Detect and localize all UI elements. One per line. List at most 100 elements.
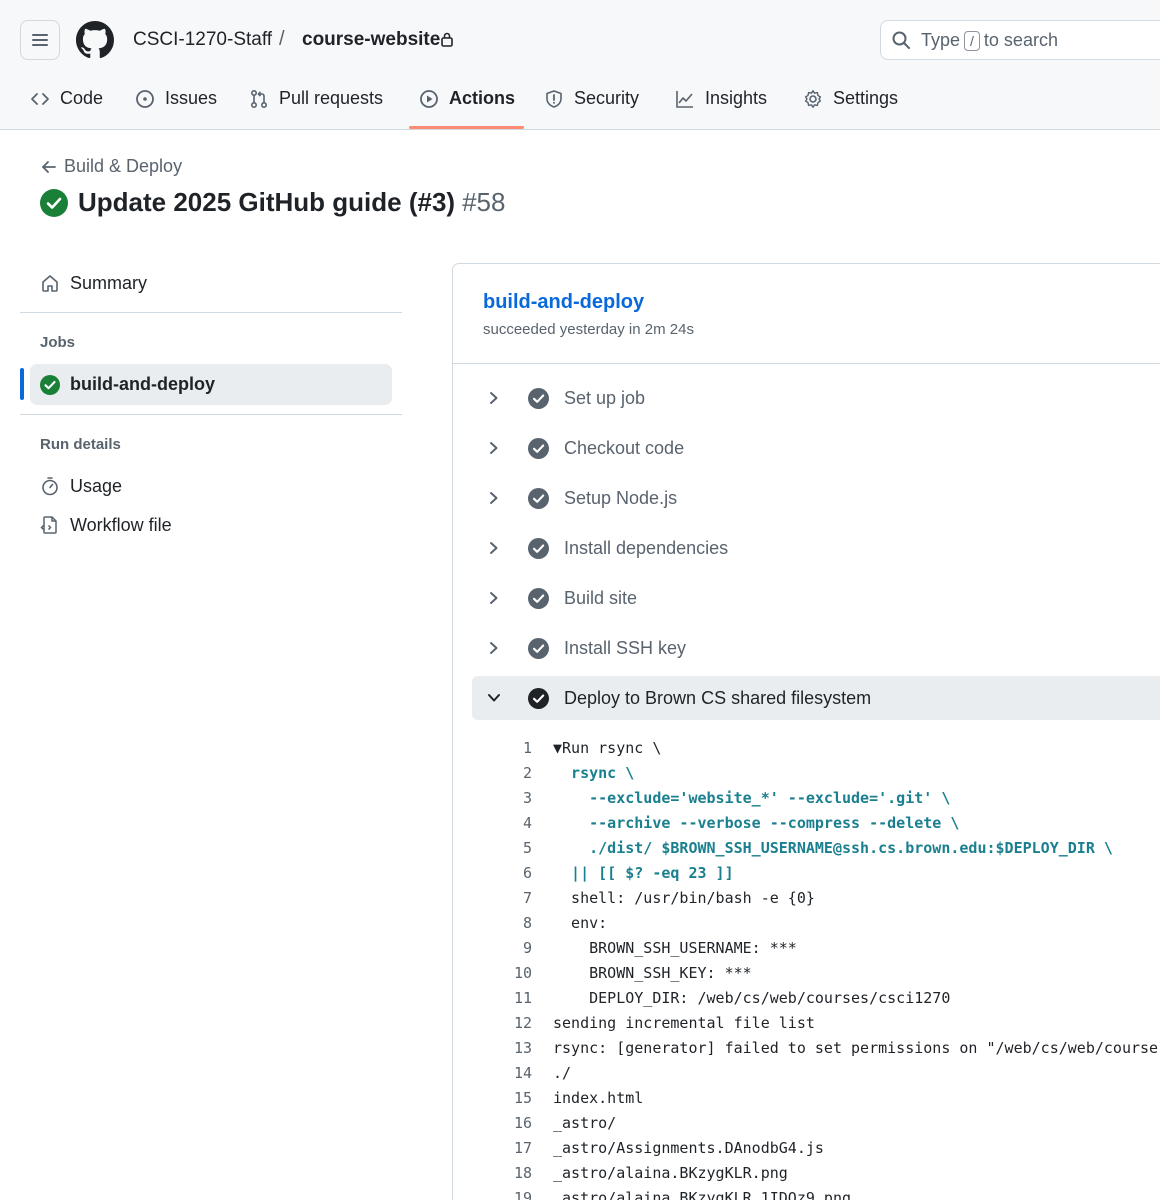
pull-request-icon <box>250 89 268 109</box>
stopwatch-icon <box>42 477 58 496</box>
step-toggle[interactable] <box>484 591 504 605</box>
menu-button[interactable] <box>20 20 60 60</box>
log-line-text: _astro/alaina.BKzygKLR_1IDOz9.png <box>553 1189 852 1200</box>
log-line-number[interactable]: 2 <box>472 761 532 786</box>
job-log-header <box>452 264 1160 364</box>
search-icon <box>892 31 910 49</box>
log-line-number[interactable]: 14 <box>472 1061 532 1086</box>
tab-label: Security <box>574 88 640 108</box>
log-line-text: shell: /usr/bin/bash -e {0} <box>553 889 815 907</box>
step-success-icon <box>528 437 549 459</box>
step-toggle[interactable] <box>484 641 504 655</box>
sidebar-job-build-and-deploy[interactable]: build-and-deploy <box>30 364 392 405</box>
log-line-text: BROWN_SSH_USERNAME: *** <box>553 939 797 957</box>
log-line-number[interactable]: 17 <box>472 1136 532 1161</box>
log-line-number[interactable]: 8 <box>472 911 532 936</box>
tab-settings[interactable]: Settings <box>803 80 898 130</box>
log-line-text: env: <box>553 914 608 932</box>
log-line-number[interactable]: 12 <box>472 1011 532 1036</box>
page-title: Update 2025 GitHub guide (#3) #58 <box>40 187 505 218</box>
log-line: 19 _astro/alaina.BKzygKLR_1IDOz9.png <box>472 1186 1160 1200</box>
job-step[interactable]: Install dependencies <box>472 526 1160 570</box>
log-line-number[interactable]: 16 <box>472 1111 532 1136</box>
success-check-icon <box>40 374 60 395</box>
log-line-text: _astro/alaina.BKzygKLR.png <box>553 1164 788 1182</box>
job-name[interactable]: build-and-deploy <box>483 291 644 314</box>
sidebar-summary[interactable]: Summary <box>30 263 392 303</box>
selected-job-marker <box>20 368 24 400</box>
sidebar-workflow-file-label: Workflow file <box>70 514 172 535</box>
log-line-number[interactable]: 6 <box>472 861 532 886</box>
log-line-number[interactable]: 7 <box>472 886 532 911</box>
log-line-number[interactable]: 10 <box>472 961 532 986</box>
sidebar-usage-label: Usage <box>70 475 123 496</box>
repo-nav: Code Issues Pull requests Actions Securi… <box>0 80 1160 130</box>
step-label: Setup Node.js <box>564 487 678 508</box>
job-step[interactable]: Checkout code <box>472 426 1160 470</box>
code-icon <box>31 93 49 105</box>
log-line-text: || [[ $? -eq 23 ]] <box>553 864 734 882</box>
log-line-number[interactable]: 5 <box>472 836 532 861</box>
tab-actions[interactable]: Actions <box>419 80 515 130</box>
log-line-number[interactable]: 11 <box>472 986 532 1011</box>
log-line: 12 sending incremental file list <box>472 1011 1160 1036</box>
log-line-text: --exclude='website_*' --exclude='.git' \ <box>553 789 951 807</box>
shield-icon <box>546 90 562 108</box>
job-step[interactable]: Build site <box>472 576 1160 620</box>
search-input[interactable]: Type / to search <box>880 20 1160 60</box>
tab-pull-requests[interactable]: Pull requests <box>249 80 383 130</box>
play-icon <box>420 90 438 108</box>
tab-code[interactable]: Code <box>30 80 103 130</box>
sidebar-usage[interactable]: Usage <box>30 468 392 504</box>
owner-link[interactable]: CSCI-1270-Staff <box>133 29 272 51</box>
log-line-number[interactable]: 9 <box>472 936 532 961</box>
log-line: 10 BROWN_SSH_KEY: *** <box>472 961 1160 986</box>
back-to-workflow-link[interactable]: Build & Deploy <box>40 156 182 177</box>
log-line-number[interactable]: 19 <box>472 1186 532 1200</box>
step-toggle[interactable] <box>484 391 504 405</box>
step-toggle[interactable] <box>484 441 504 455</box>
tab-insights[interactable]: Insights <box>675 80 767 130</box>
tab-issues[interactable]: Issues <box>135 80 217 130</box>
log-line: 17 _astro/Assignments.DAnodbG4.js <box>472 1136 1160 1161</box>
step-success-icon <box>528 637 549 659</box>
job-step[interactable]: Deploy to Brown CS shared filesystem <box>472 676 1160 720</box>
tab-security[interactable]: Security <box>544 80 639 130</box>
step-label: Deploy to Brown CS shared filesystem <box>564 687 872 708</box>
chevron-down-icon <box>488 694 500 702</box>
log-line-text: sending incremental file list <box>553 1014 815 1032</box>
log-line-number[interactable]: 1 <box>472 736 532 761</box>
home-icon <box>42 275 58 292</box>
step-toggle[interactable] <box>484 541 504 555</box>
chevron-right-icon <box>490 592 498 604</box>
job-step[interactable]: Set up job <box>472 376 1160 420</box>
job-step[interactable]: Install SSH key <box>472 626 1160 670</box>
tab-label: Settings <box>833 88 899 108</box>
gear-icon <box>804 90 822 108</box>
log-line: 3 --exclude='website_*' --exclude='.git'… <box>472 786 1160 811</box>
log-line-number[interactable]: 3 <box>472 786 532 811</box>
step-toggle[interactable] <box>484 692 504 704</box>
run-title: Update 2025 GitHub guide (#3) <box>78 187 456 217</box>
log-line-number[interactable]: 13 <box>472 1036 532 1061</box>
log-output: 1 ▼Run rsync \ 2 rsync \ 3 --exclude='websi… <box>472 736 1160 1200</box>
back-label: Build & Deploy <box>64 156 183 176</box>
log-line-number[interactable]: 4 <box>472 811 532 836</box>
job-step[interactable]: Setup Node.js <box>472 476 1160 520</box>
step-success-icon <box>528 687 549 709</box>
tab-label: Pull requests <box>279 88 384 108</box>
step-success-icon <box>528 587 549 609</box>
github-logo-icon[interactable] <box>76 21 114 59</box>
log-line-text: DEPLOY_DIR: /web/cs/web/courses/csci1270 <box>553 989 951 1007</box>
path-separator: / <box>279 28 285 50</box>
sidebar-workflow-file[interactable]: Workflow file <box>30 507 392 543</box>
step-label: Set up job <box>564 387 646 408</box>
repo-link[interactable]: course-website <box>302 29 440 51</box>
success-check-icon <box>40 188 68 217</box>
log-line: 9 BROWN_SSH_USERNAME: *** <box>472 936 1160 961</box>
step-toggle[interactable] <box>484 491 504 505</box>
log-line-number[interactable]: 18 <box>472 1161 532 1186</box>
log-line-number[interactable]: 15 <box>472 1086 532 1111</box>
chevron-right-icon <box>490 492 498 504</box>
log-line-text: rsync \ <box>553 764 635 782</box>
